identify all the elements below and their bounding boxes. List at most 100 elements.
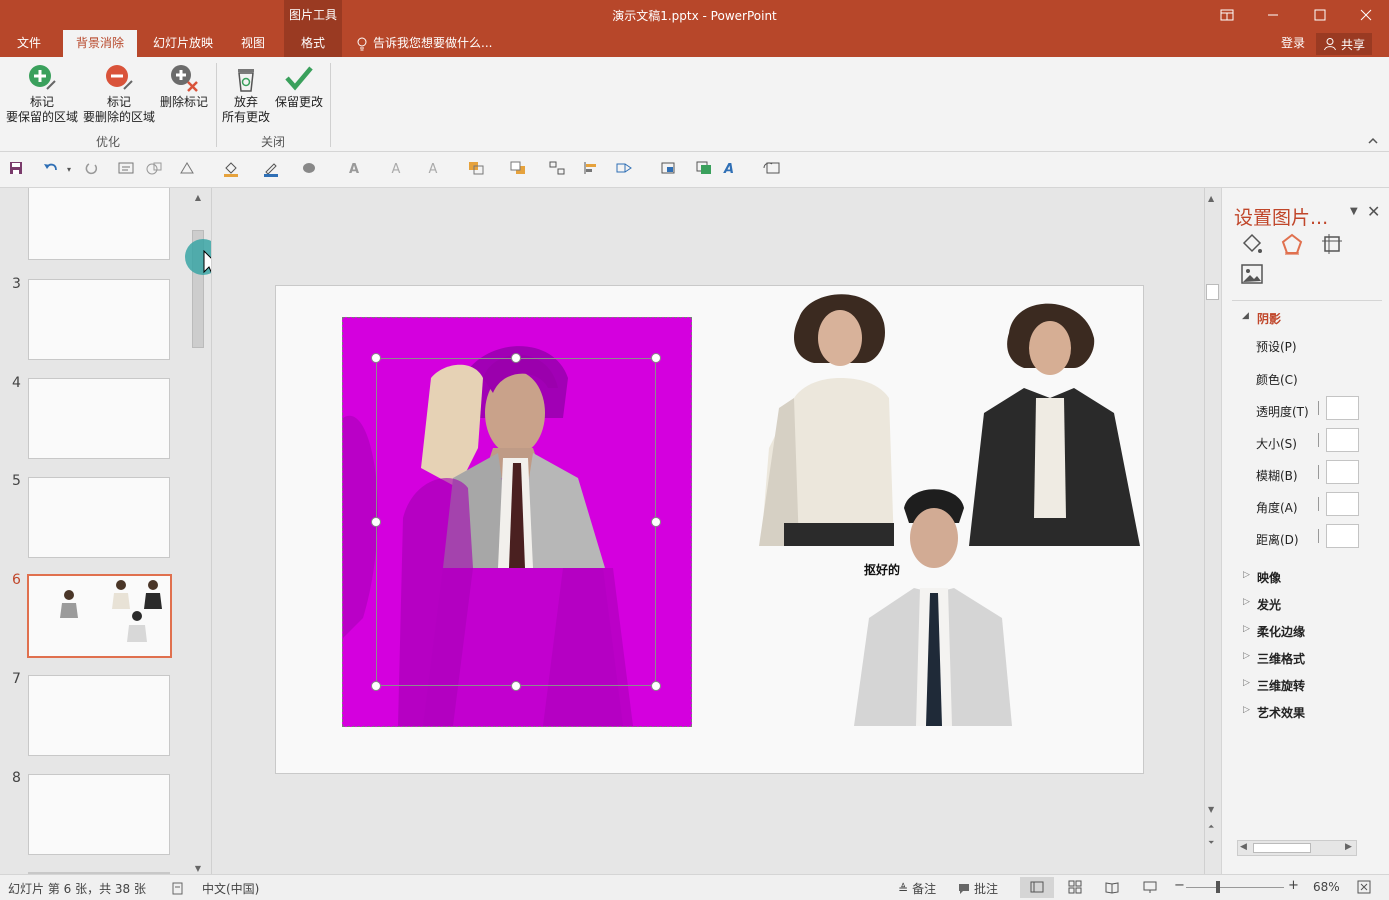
comments-button[interactable]: 批注 (958, 880, 998, 897)
text-fill-icon[interactable]: A (387, 161, 405, 179)
slideshow-icon[interactable] (1143, 880, 1157, 894)
mark-remove-button[interactable]: 标记 要删除的区域 (81, 61, 157, 125)
keep-changes-button[interactable]: 保留更改 (272, 61, 326, 110)
expand-arrow-icon[interactable]: ▷ (1243, 705, 1250, 715)
close-button[interactable] (1343, 0, 1389, 30)
tab-view[interactable]: 视图 (230, 30, 276, 57)
discard-changes-button[interactable]: 放弃 所有更改 (220, 61, 272, 125)
mark-keep-button[interactable]: 标记 要保留的区域 (4, 61, 80, 125)
shadow-blur-input[interactable] (1326, 460, 1359, 484)
slide-thumbnail-3[interactable] (28, 279, 170, 360)
slider-track[interactable] (1318, 497, 1319, 511)
shadow-section-header[interactable]: 阴影 (1257, 310, 1281, 327)
slide-thumbnail-2[interactable] (28, 188, 170, 260)
picture-icon[interactable] (1240, 262, 1264, 286)
expand-arrow-icon[interactable]: ▷ (1243, 651, 1250, 661)
pane-close-icon[interactable]: ✕ (1367, 202, 1380, 221)
shadow-angle-input[interactable] (1326, 492, 1359, 516)
scroll-left-arrow-icon[interactable]: ◀ (1240, 842, 1247, 852)
collapse-ribbon-icon[interactable] (1368, 137, 1378, 148)
shadow-transparency-input[interactable] (1326, 396, 1359, 420)
slider-track[interactable] (1318, 465, 1319, 479)
redo-icon[interactable] (83, 161, 101, 179)
scroll-up-arrow-icon[interactable]: ▲ (193, 193, 203, 203)
resize-handle[interactable] (511, 353, 521, 363)
scroll-down-arrow-icon[interactable]: ▼ (193, 864, 203, 874)
resize-handle[interactable] (651, 681, 661, 691)
artistic-effects-section-header[interactable]: 艺术效果 (1257, 704, 1305, 721)
arrange-icon[interactable] (178, 161, 196, 179)
text-outline-icon[interactable]: A (424, 161, 442, 179)
tab-format-ctx[interactable]: 格式 (284, 30, 342, 57)
resize-handle[interactable] (371, 681, 381, 691)
slider-track[interactable] (1318, 529, 1319, 543)
resize-handle[interactable] (371, 517, 381, 527)
reset-picture-icon[interactable] (763, 161, 781, 179)
text-effects-icon[interactable]: A (720, 161, 738, 179)
zoom-slider-track[interactable] (1186, 887, 1284, 888)
crop-icon[interactable] (659, 161, 677, 179)
tab-background-removal[interactable]: 背景消除 (63, 30, 137, 57)
picture-layout-icon[interactable] (695, 161, 713, 179)
send-backward-icon[interactable] (509, 161, 527, 179)
slide-thumbnail-7[interactable] (28, 675, 170, 756)
slider-track[interactable] (1318, 433, 1319, 447)
zoom-in-icon[interactable]: + (1288, 878, 1299, 893)
soft-edges-section-header[interactable]: 柔化边缘 (1257, 623, 1305, 640)
3d-format-section-header[interactable]: 三维格式 (1257, 650, 1305, 667)
reading-view-icon[interactable] (1105, 880, 1119, 894)
tab-file[interactable]: 文件 (6, 30, 52, 57)
shadow-distance-input[interactable] (1326, 524, 1359, 548)
language-indicator[interactable]: 中文(中国) (202, 880, 259, 897)
expand-arrow-icon[interactable]: ▷ (1243, 678, 1250, 688)
scroll-right-arrow-icon[interactable]: ▶ (1345, 842, 1352, 852)
pane-options-dropdown-icon[interactable]: ▼ (1350, 206, 1358, 217)
ribbon-display-options-icon[interactable] (1204, 0, 1250, 30)
outline-color-icon[interactable] (262, 161, 280, 179)
shadow-color-label[interactable]: 颜色(C) (1256, 371, 1298, 388)
collapse-arrow-icon[interactable]: ◢ (1242, 311, 1249, 321)
glow-section-header[interactable]: 发光 (1257, 596, 1281, 613)
picture-background-removal[interactable] (342, 317, 692, 727)
fill-line-icon[interactable] (1240, 232, 1264, 256)
tell-me-box[interactable]: 告诉我您想要做什么... (356, 30, 492, 57)
share-button[interactable]: 共享 (1316, 33, 1372, 55)
caption-text[interactable]: 抠好的 (864, 561, 900, 578)
scroll-down-arrow-icon[interactable]: ▼ (1208, 805, 1214, 814)
spell-check-icon[interactable] (171, 881, 185, 895)
textbox-icon[interactable] (117, 161, 135, 179)
effects-icon[interactable] (1280, 232, 1304, 256)
delete-mark-button[interactable]: 删除标记 (157, 61, 211, 110)
thumbnail-scrollbar[interactable]: ▲ ▼ (190, 190, 206, 876)
cutout-pictures-group[interactable] (754, 288, 1144, 734)
zoom-level[interactable]: 68% (1313, 880, 1340, 894)
slide-thumbnail-6[interactable] (27, 574, 172, 658)
zoom-slider-thumb[interactable] (1216, 881, 1220, 893)
fill-color-icon[interactable] (222, 161, 240, 179)
resize-handle[interactable] (371, 353, 381, 363)
slide-sorter-icon[interactable] (1068, 880, 1082, 894)
slide-thumbnail-4[interactable] (28, 378, 170, 459)
expand-arrow-icon[interactable]: ▷ (1243, 570, 1250, 580)
resize-handle[interactable] (511, 681, 521, 691)
shadow-presets-label[interactable]: 预设(P) (1256, 338, 1297, 355)
slide-thumbnail-8[interactable] (28, 774, 170, 855)
keep-region-selection-box[interactable] (376, 358, 656, 686)
slide-thumbnail-5[interactable] (28, 477, 170, 558)
expand-arrow-icon[interactable]: ▷ (1243, 624, 1250, 634)
undo-icon[interactable] (42, 161, 60, 179)
next-slide-icon[interactable]: ⏷ (1208, 838, 1214, 848)
shapes-icon[interactable] (145, 161, 163, 179)
tab-slideshow[interactable]: 幻灯片放映 (146, 30, 220, 57)
undo-dropdown-icon[interactable]: ▾ (60, 161, 78, 179)
pane-horizontal-scrollbar[interactable]: ◀ ▶ (1237, 840, 1357, 856)
normal-view-button[interactable] (1020, 877, 1054, 898)
expand-arrow-icon[interactable]: ▷ (1243, 597, 1250, 607)
size-properties-icon[interactable] (1320, 232, 1344, 256)
shadow-size-input[interactable] (1326, 428, 1359, 452)
previous-slide-icon[interactable]: ⏶ (1208, 822, 1214, 832)
editor-scroll-thumb[interactable] (1206, 284, 1219, 300)
reflection-section-header[interactable]: 映像 (1257, 569, 1281, 586)
maximize-button[interactable] (1297, 0, 1343, 30)
slide-canvas[interactable]: 抠好的 (275, 285, 1144, 774)
